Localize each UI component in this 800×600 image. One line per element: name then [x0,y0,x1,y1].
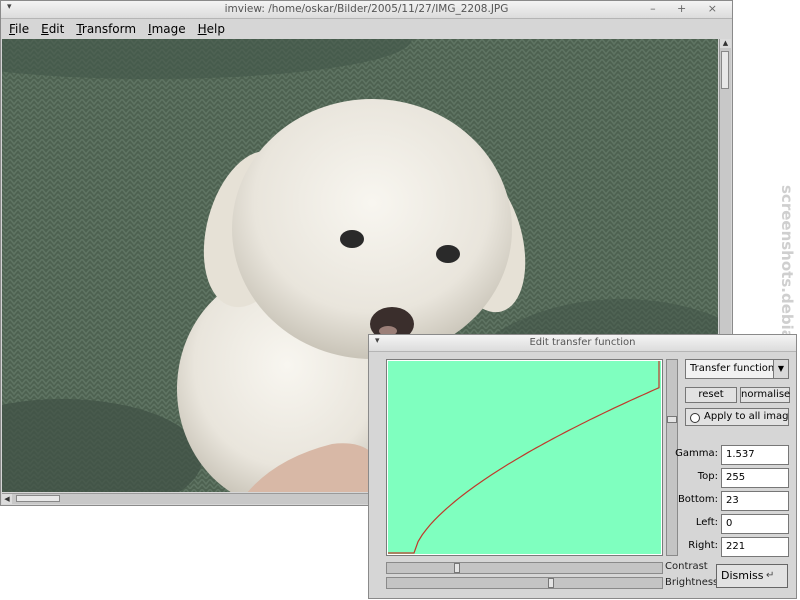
vertical-slider-knob[interactable] [667,416,677,424]
window-title: imview: /home/oskar/Bilder/2005/11/27/IM… [224,3,509,15]
dismiss-label: Dismiss [721,569,764,582]
transfer-function-dialog: ▾ Edit transfer function Contrast Bright… [368,334,797,599]
radio-icon[interactable] [690,413,700,423]
menu-label-rest: mage [151,22,186,36]
contrast-slider[interactable] [386,562,663,574]
brightness-slider[interactable] [386,577,663,589]
contrast-slider-knob[interactable] [454,563,461,573]
dialog-title: Edit transfer function [529,337,636,348]
main-titlebar[interactable]: ▾ imview: /home/oskar/Bilder/2005/11/27/… [1,1,732,19]
menu-label-rest: dit [48,22,65,36]
menu-transform[interactable]: Transform [76,22,136,36]
right-label: Right: [688,540,718,551]
menu-help[interactable]: Help [198,22,225,36]
menu-mnemonic: E [41,22,49,36]
transfer-function-select[interactable]: Transfer function ▼ [685,359,789,379]
normalise-button[interactable]: normalise [740,387,790,403]
horizontal-scroll-thumb[interactable] [16,495,60,502]
reset-button[interactable]: reset [685,387,737,403]
left-label: Left: [695,517,718,528]
menubar: File Edit Transform Image Help [1,19,732,39]
transfer-curve-svg [388,361,661,554]
apply-to-all-toggle[interactable]: Apply to all images [685,408,789,426]
brightness-label: Brightness [665,577,719,588]
curve-background [388,361,661,554]
dialog-titlebar[interactable]: ▾ Edit transfer function [369,335,796,352]
scroll-up-icon[interactable]: ▲ [720,39,731,48]
window-controls[interactable]: – + × [650,2,726,15]
bottom-label: Bottom: [677,494,718,505]
vertical-scroll-thumb[interactable] [721,51,729,89]
dismiss-button[interactable]: Dismiss ↵ [716,564,788,588]
right-field[interactable]: 221 [721,537,789,557]
apply-label: Apply to all images [704,411,789,422]
menu-image[interactable]: Image [148,22,186,36]
top-label: Top: [697,471,718,482]
top-field[interactable]: 255 [721,468,789,488]
chevron-down-icon[interactable]: ▼ [773,360,788,378]
scroll-left-icon[interactable]: ◀ [2,494,12,504]
left-field[interactable]: 0 [721,514,789,534]
select-value: Transfer function [690,363,775,374]
brightness-slider-knob[interactable] [548,578,555,588]
gamma-field[interactable]: 1.537 [721,445,789,465]
return-key-icon: ↵ [766,570,775,581]
bottom-field[interactable]: 23 [721,491,789,511]
transfer-curve-plot[interactable] [386,359,663,556]
contrast-label: Contrast [665,561,708,572]
gamma-label: Gamma: [675,448,718,459]
menu-label-rest: ile [15,22,30,36]
menu-label-rest: ransform [81,22,137,36]
menu-mnemonic: H [197,22,207,36]
menu-edit[interactable]: Edit [41,22,64,36]
menu-label-rest: elp [206,22,226,36]
menu-file[interactable]: File [9,22,29,36]
